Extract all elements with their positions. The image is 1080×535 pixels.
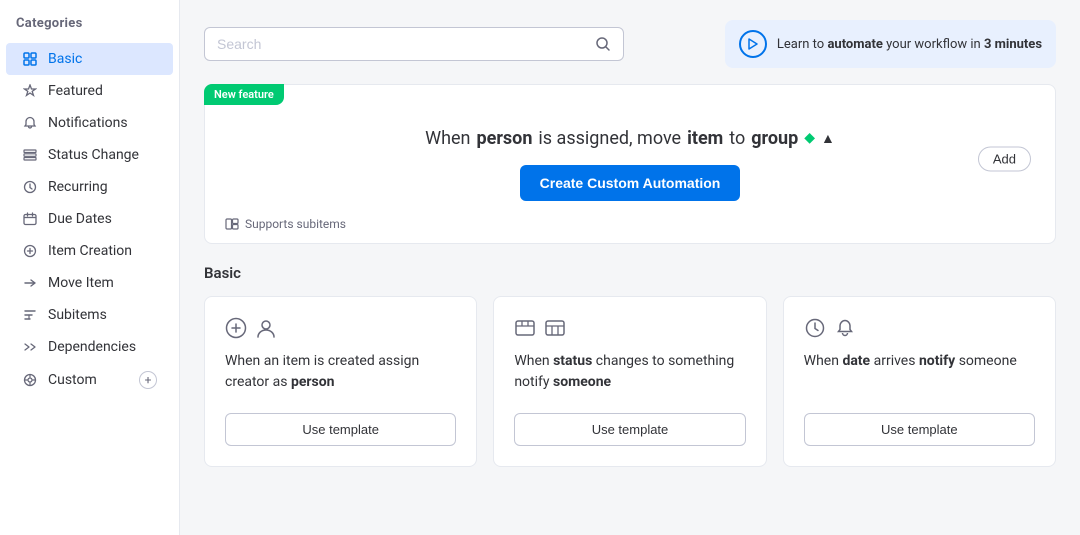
supports-subitems: Supports subitems (225, 217, 346, 231)
card-date-notify: When date arrives notify someone Use tem… (783, 296, 1056, 467)
custom-add-button[interactable]: + (139, 371, 157, 389)
card3-when: When (804, 353, 839, 369)
automate-text: Learn to automate your workflow in 3 min… (777, 37, 1042, 52)
calendar-icon (22, 211, 38, 227)
search-input[interactable] (217, 36, 587, 52)
sidebar-item-move-item-label: Move Item (48, 275, 114, 291)
feature-banner: New feature When person is assigned, mov… (204, 84, 1056, 244)
sidebar-item-recurring[interactable]: Recurring (6, 171, 173, 203)
card2-icons (514, 317, 745, 339)
card1-desc-bold: person (291, 374, 335, 390)
feature-text-person: person (476, 128, 532, 149)
card1-desc: When an item is created assign creator a… (225, 351, 456, 393)
feature-text: When person is assigned, move item to gr… (425, 128, 835, 149)
card2-status: status (553, 353, 592, 369)
card-item-creation: When an item is created assign creator a… (204, 296, 477, 467)
sidebar-item-dependencies-label: Dependencies (48, 339, 136, 355)
card3-arrives: arrives (874, 353, 916, 369)
sidebar-item-item-creation-label: Item Creation (48, 243, 132, 259)
card3-icons (804, 317, 1035, 339)
card3-notify: notify (919, 353, 955, 369)
sidebar-item-featured[interactable]: Featured (6, 75, 173, 107)
feature-text-item: item (687, 128, 723, 149)
sidebar-item-status-change-label: Status Change (48, 147, 139, 163)
card1-icons (225, 317, 456, 339)
new-feature-badge: New feature (204, 84, 284, 105)
dependencies-icon (22, 339, 38, 355)
list-icon (22, 147, 38, 163)
sidebar-item-dependencies[interactable]: Dependencies (6, 331, 173, 363)
card3-date: date (842, 353, 870, 369)
feature-text-group: group (751, 128, 798, 149)
sidebar: Categories Basic Featured (0, 0, 180, 535)
sidebar-item-due-dates[interactable]: Due Dates (6, 203, 173, 235)
feature-text-is-assigned: is assigned, move (538, 128, 681, 149)
plus-circle-icon (22, 243, 38, 259)
card3-desc: When date arrives notify someone (804, 351, 1035, 393)
sidebar-item-notifications-label: Notifications (48, 115, 128, 131)
sidebar-item-move-item[interactable]: Move Item (6, 267, 173, 299)
basic-section-title: Basic (204, 264, 1056, 282)
sidebar-item-subitems[interactable]: Subitems (6, 299, 173, 331)
card2-use-template-button[interactable]: Use template (514, 413, 745, 446)
header-row: Learn to automate your workflow in 3 min… (204, 20, 1056, 68)
sidebar-item-basic-label: Basic (48, 51, 82, 67)
automate-banner[interactable]: Learn to automate your workflow in 3 min… (725, 20, 1056, 68)
sidebar-item-item-creation[interactable]: Item Creation (6, 235, 173, 267)
card-status-notify: When status changes to something notify … (493, 296, 766, 467)
star-icon (22, 83, 38, 99)
arrow-right-icon (22, 275, 38, 291)
triangle-icon: ▲ (821, 130, 835, 147)
card1-use-template-button[interactable]: Use template (225, 413, 456, 446)
sidebar-item-status-change[interactable]: Status Change (6, 139, 173, 171)
card2-when: When (514, 353, 549, 369)
sidebar-item-custom-label: Custom (48, 372, 97, 388)
sidebar-item-subitems-label: Subitems (48, 307, 107, 323)
recurring-icon (22, 179, 38, 195)
sidebar-title: Categories (0, 16, 179, 43)
feature-text-when: When (425, 128, 470, 149)
main-content: Learn to automate your workflow in 3 min… (180, 0, 1080, 535)
supports-subitems-text: Supports subitems (245, 217, 346, 231)
search-box (204, 27, 624, 61)
sidebar-item-custom[interactable]: Custom + (6, 363, 173, 397)
subitems-icon (22, 307, 38, 323)
sidebar-item-due-dates-label: Due Dates (48, 211, 112, 227)
card2-someone: someone (553, 374, 611, 390)
sidebar-item-basic[interactable]: Basic (6, 43, 173, 75)
sidebar-item-featured-label: Featured (48, 83, 103, 99)
sidebar-item-recurring-label: Recurring (48, 179, 108, 195)
feature-text-to: to (729, 128, 745, 149)
diamond-icon: ◆ (804, 130, 815, 146)
play-icon (739, 30, 767, 58)
card3-use-template-button[interactable]: Use template (804, 413, 1035, 446)
custom-icon (22, 372, 38, 388)
cards-grid: When an item is created assign creator a… (204, 296, 1056, 467)
sidebar-item-notifications[interactable]: Notifications (6, 107, 173, 139)
card2-desc: When status changes to something notify … (514, 351, 745, 393)
search-icon (595, 36, 611, 52)
add-button[interactable]: Add (978, 147, 1031, 172)
card3-someone: someone (959, 353, 1017, 369)
bell-icon (22, 115, 38, 131)
create-custom-automation-button[interactable]: Create Custom Automation (520, 165, 741, 201)
grid-icon (22, 51, 38, 67)
